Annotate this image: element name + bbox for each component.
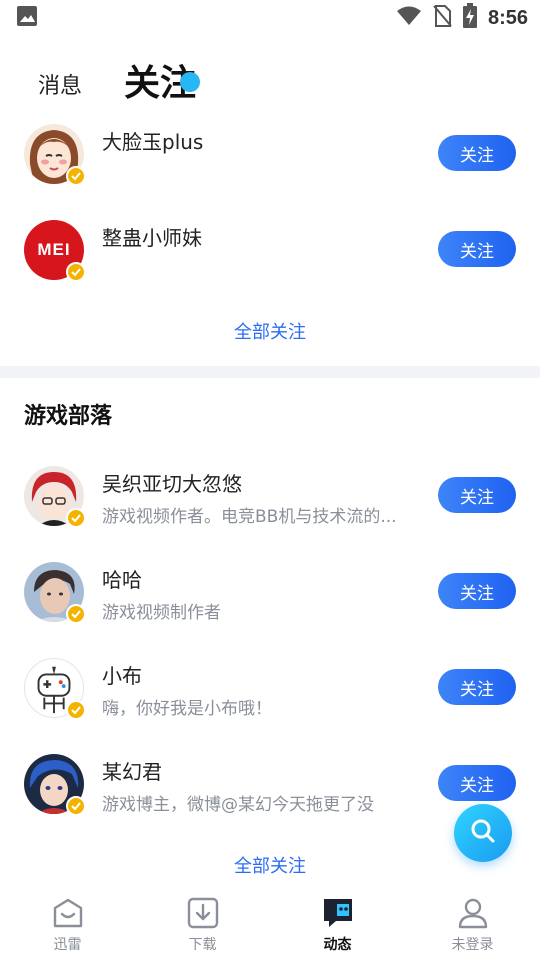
avatar[interactable] bbox=[24, 754, 86, 816]
list-item[interactable]: 小布 嗨，你好我是小布哦！ 关注 bbox=[0, 640, 540, 736]
verified-badge-icon bbox=[66, 262, 86, 282]
avatar[interactable] bbox=[24, 658, 86, 720]
verified-badge-icon bbox=[66, 166, 86, 186]
section-title: 游戏部落 bbox=[24, 404, 113, 429]
user-description: 嗨，你好我是小布哦！ bbox=[102, 699, 272, 719]
list-item[interactable]: MEI 整蛊小师妹 关注 bbox=[0, 202, 540, 298]
follow-button[interactable]: 关注 bbox=[438, 669, 516, 705]
verified-badge-icon bbox=[66, 700, 86, 720]
user-description: 游戏博主，微博@某幻今天拖更了没 bbox=[102, 795, 374, 815]
user-name[interactable]: 整蛊小师妹 bbox=[102, 222, 202, 251]
user-name[interactable]: 某幻君 bbox=[102, 756, 162, 785]
download-icon bbox=[186, 896, 220, 930]
nav-item-feed[interactable]: 动态 bbox=[270, 888, 405, 960]
user-name[interactable]: 哈哈 bbox=[102, 564, 142, 593]
user-description: 游戏视频作者。电竞BB机与技术流的... bbox=[102, 507, 397, 527]
status-time: 8:56 bbox=[487, 6, 528, 29]
nav-label: 迅雷 bbox=[53, 937, 82, 953]
list-item[interactable]: 大脸玉plus 关注 bbox=[0, 106, 540, 202]
follow-button[interactable]: 关注 bbox=[438, 135, 516, 171]
no-sim-icon bbox=[432, 4, 452, 32]
list-item[interactable]: 哈哈 游戏视频制作者 关注 bbox=[0, 544, 540, 640]
user-name[interactable]: 吴织亚切大忽悠 bbox=[102, 468, 242, 497]
user-name[interactable]: 大脸玉plus bbox=[102, 126, 203, 155]
nav-label: 下载 bbox=[188, 937, 217, 953]
home-box-icon bbox=[51, 896, 85, 930]
verified-badge-icon bbox=[66, 508, 86, 528]
nav-label: 未登录 bbox=[451, 937, 494, 953]
user-name[interactable]: 小布 bbox=[102, 660, 142, 689]
all-follow-link[interactable]: 全部关注 bbox=[0, 852, 540, 878]
image-notification-icon bbox=[16, 5, 38, 31]
avatar-logo-text: MEI bbox=[37, 240, 71, 259]
follow-button[interactable]: 关注 bbox=[438, 765, 516, 801]
wifi-icon bbox=[396, 5, 422, 31]
avatar[interactable] bbox=[24, 466, 86, 528]
status-left bbox=[16, 5, 38, 31]
chat-bubble-icon bbox=[321, 896, 355, 930]
follow-button[interactable]: 关注 bbox=[438, 477, 516, 513]
verified-badge-icon bbox=[66, 604, 86, 624]
tab-messages[interactable]: 消息 bbox=[38, 68, 82, 100]
search-icon bbox=[469, 817, 497, 849]
nav-item-profile[interactable]: 未登录 bbox=[405, 888, 540, 960]
bottom-nav: 迅雷 下载 动态 未登录 bbox=[0, 888, 540, 960]
nav-label: 动态 bbox=[323, 937, 352, 953]
all-follow-link[interactable]: 全部关注 bbox=[0, 318, 540, 344]
tab-active-indicator bbox=[180, 72, 200, 92]
floating-search-button[interactable] bbox=[454, 804, 512, 862]
list-item[interactable]: 吴织亚切大忽悠 游戏视频作者。电竞BB机与技术流的... 关注 bbox=[0, 448, 540, 544]
avatar[interactable] bbox=[24, 124, 86, 186]
user-description: 游戏视频制作者 bbox=[102, 603, 221, 623]
nav-item-download[interactable]: 下载 bbox=[135, 888, 270, 960]
follow-button[interactable]: 关注 bbox=[438, 573, 516, 609]
follow-button[interactable]: 关注 bbox=[438, 231, 516, 267]
nav-item-xunlei[interactable]: 迅雷 bbox=[0, 888, 135, 960]
user-icon bbox=[456, 896, 490, 930]
status-right: 8:56 bbox=[396, 3, 528, 33]
battery-charging-icon bbox=[462, 3, 478, 33]
avatar[interactable]: MEI bbox=[24, 220, 86, 282]
section-divider bbox=[0, 366, 540, 378]
avatar[interactable] bbox=[24, 562, 86, 624]
header: 消息 关注 bbox=[0, 46, 540, 106]
status-bar: 8:56 bbox=[0, 0, 540, 36]
verified-badge-icon bbox=[66, 796, 86, 816]
